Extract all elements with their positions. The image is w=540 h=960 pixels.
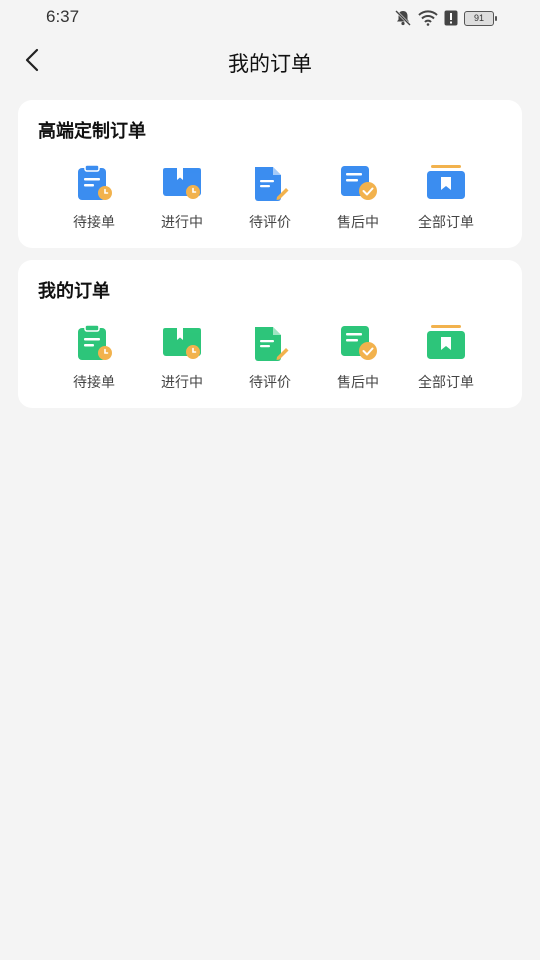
order-item-label: 售后中 — [337, 215, 379, 231]
order-after-sales-button[interactable]: 售后中 — [320, 324, 396, 392]
document-check-icon — [337, 324, 379, 362]
clipboard-clock-icon — [73, 324, 115, 362]
order-status-row: 待接单 进行中 待评价 售后中 全部订单 — [38, 164, 502, 232]
order-item-label: 进行中 — [161, 215, 203, 231]
section-title: 高端定制订单 — [38, 121, 146, 142]
my-orders-card: 我的订单 待接单 进行中 待评价 售后中 全部订单 — [18, 260, 522, 408]
order-item-label: 待评价 — [249, 375, 291, 391]
order-to-review-button[interactable]: 待评价 — [232, 324, 308, 392]
status-icons: 91 — [394, 9, 497, 27]
box-clock-icon — [161, 324, 203, 362]
document-check-icon — [337, 164, 379, 202]
section-title: 我的订单 — [38, 281, 110, 302]
status-time: 6:37 — [46, 7, 80, 26]
document-pen-icon — [249, 324, 291, 362]
order-to-review-button[interactable]: 待评价 — [232, 164, 308, 232]
box-clock-icon — [161, 164, 203, 202]
order-item-label: 待接单 — [73, 215, 115, 231]
document-pen-icon — [249, 164, 291, 202]
order-status-row: 待接单 进行中 待评价 售后中 全部订单 — [38, 324, 502, 392]
page-title: 我的订单 — [228, 52, 312, 76]
bell-off-icon — [394, 9, 412, 27]
status-bar: 6:37 91 — [0, 0, 540, 36]
order-all-button[interactable]: 全部订单 — [408, 164, 484, 232]
order-item-label: 售后中 — [337, 375, 379, 391]
order-in-progress-button[interactable]: 进行中 — [144, 324, 220, 392]
nav-bar: 我的订单 — [0, 36, 540, 88]
order-pending-button[interactable]: 待接单 — [56, 324, 132, 392]
order-item-label: 全部订单 — [418, 215, 474, 231]
custom-orders-card: 高端定制订单 待接单 进行中 待评价 售后中 全部订单 — [18, 100, 522, 248]
clipboard-clock-icon — [73, 164, 115, 202]
battery-icon: 91 — [464, 10, 497, 26]
order-item-label: 待接单 — [73, 375, 115, 391]
wifi-icon — [418, 10, 438, 26]
order-item-label: 全部订单 — [418, 375, 474, 391]
box-bookmark-icon — [425, 324, 467, 362]
alert-icon — [444, 10, 458, 26]
order-in-progress-button[interactable]: 进行中 — [144, 164, 220, 232]
box-bookmark-icon — [425, 164, 467, 202]
order-all-button[interactable]: 全部订单 — [408, 324, 484, 392]
order-item-label: 待评价 — [249, 215, 291, 231]
order-item-label: 进行中 — [161, 375, 203, 391]
order-after-sales-button[interactable]: 售后中 — [320, 164, 396, 232]
order-pending-button[interactable]: 待接单 — [56, 164, 132, 232]
